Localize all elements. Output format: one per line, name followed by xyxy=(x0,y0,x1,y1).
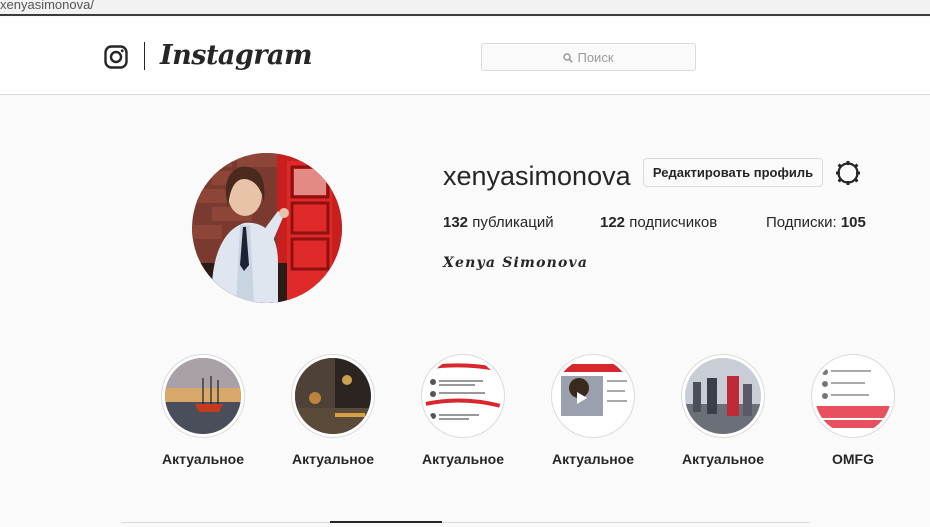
browser-url-bar[interactable]: xenyasimonova/ xyxy=(0,0,930,16)
profile-avatar[interactable] xyxy=(192,153,342,303)
posts-number: 132 xyxy=(443,214,469,231)
followers-link[interactable]: 122 подписчиков xyxy=(600,214,717,231)
highlight-cover xyxy=(685,358,761,434)
highlight-label: OMFG xyxy=(832,451,874,467)
following-label: Подписки: xyxy=(766,214,837,231)
highlight-item[interactable]: Актуальное xyxy=(421,354,505,467)
tab-posts-active-indicator[interactable] xyxy=(330,521,442,523)
highlight-label: Актуальное xyxy=(161,451,244,467)
instagram-wordmark[interactable]: Instagram xyxy=(160,40,313,71)
highlight-label: Актуальное xyxy=(681,451,764,467)
search-icon xyxy=(563,53,574,63)
highlight-item[interactable]: Актуальное xyxy=(681,354,765,467)
posts-label: публикаций xyxy=(472,214,554,231)
instagram-camera-icon[interactable] xyxy=(104,45,128,69)
tabs-divider xyxy=(121,522,810,523)
followers-number: 122 xyxy=(600,214,626,231)
nav-divider xyxy=(144,42,145,70)
highlight-item[interactable]: Актуальное xyxy=(291,354,375,467)
gear-icon[interactable] xyxy=(835,160,861,186)
edit-profile-button[interactable]: Редактировать профиль xyxy=(643,158,823,187)
search-input[interactable]: Поиск xyxy=(481,43,696,71)
followers-label: подписчиков xyxy=(629,214,718,231)
highlight-item[interactable]: OMFG xyxy=(811,354,895,467)
highlight-item[interactable]: Актуальное xyxy=(161,354,245,467)
url-text: xenyasimonova/ xyxy=(0,0,94,12)
following-number: 105 xyxy=(840,214,866,231)
highlight-label: Актуальное xyxy=(551,451,634,467)
highlight-cover xyxy=(295,358,371,434)
highlight-cover xyxy=(165,358,241,434)
top-navigation: Instagram Поиск xyxy=(0,18,930,95)
posts-count: 132 публикаций xyxy=(443,214,554,231)
highlight-cover xyxy=(555,358,631,434)
highlight-cover xyxy=(425,358,501,434)
following-link[interactable]: Подписки: 105 xyxy=(766,214,866,231)
highlight-cover xyxy=(815,358,891,434)
highlight-label: Актуальное xyxy=(421,451,504,467)
profile-username: xenyasimonova xyxy=(443,161,631,191)
highlight-item[interactable]: Актуальное xyxy=(551,354,635,467)
profile-full-name: Xenya Simonova xyxy=(443,255,589,271)
search-placeholder: Поиск xyxy=(577,50,614,65)
highlight-label: Актуальное xyxy=(291,451,374,467)
